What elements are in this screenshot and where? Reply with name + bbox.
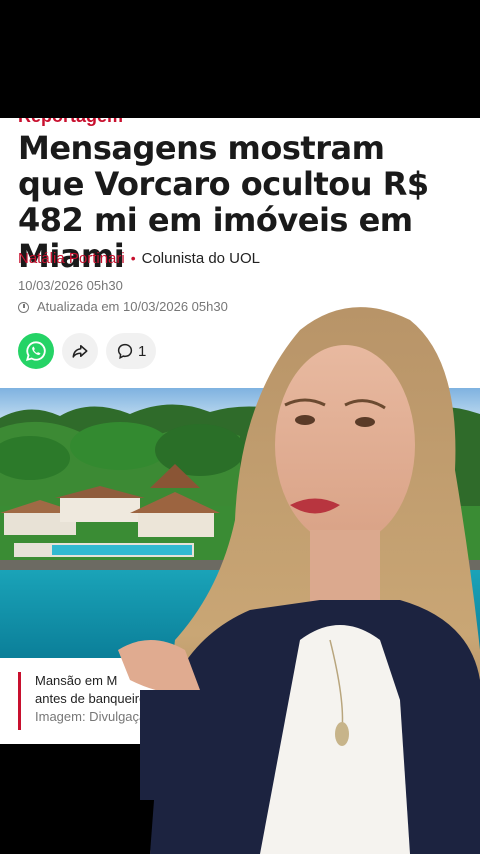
article-card: Reportagem Mensagens mostram que Vorcaro… [0,118,480,744]
byline: Natália Portinari • Colunista do UOL [18,250,260,267]
photo-caption: Mansão em M antes de banqueiro Imagem: D… [18,672,185,730]
share-icon [72,345,88,358]
article-kicker[interactable]: Reportagem [18,118,123,127]
share-actions: 1 [18,333,157,369]
article-photo-miami-mansion[interactable] [0,388,480,658]
caption-line-1: Mansão em M [35,673,118,688]
black-top-bar [0,0,480,118]
published-date: 10/03/2026 05h30 [18,278,123,293]
byline-separator: • [130,250,136,266]
comment-icon [117,343,133,360]
author-role: Colunista do UOL [141,250,261,267]
caption-credit: Imagem: Divulgação [35,709,154,724]
updated-date-row: Atualizada em 10/03/2026 05h30 [18,299,228,314]
whatsapp-icon [25,341,46,362]
author-link[interactable]: Natália Portinari [18,250,125,267]
comments-count: 1 [138,342,147,360]
updated-date: Atualizada em 10/03/2026 05h30 [37,299,228,314]
comments-button[interactable]: 1 [106,333,157,369]
whatsapp-share-button[interactable] [18,333,54,369]
clock-icon [18,302,29,313]
share-button[interactable] [62,333,98,369]
caption-line-2: antes de banqueiro [35,691,147,706]
mansion-photo [0,388,480,658]
